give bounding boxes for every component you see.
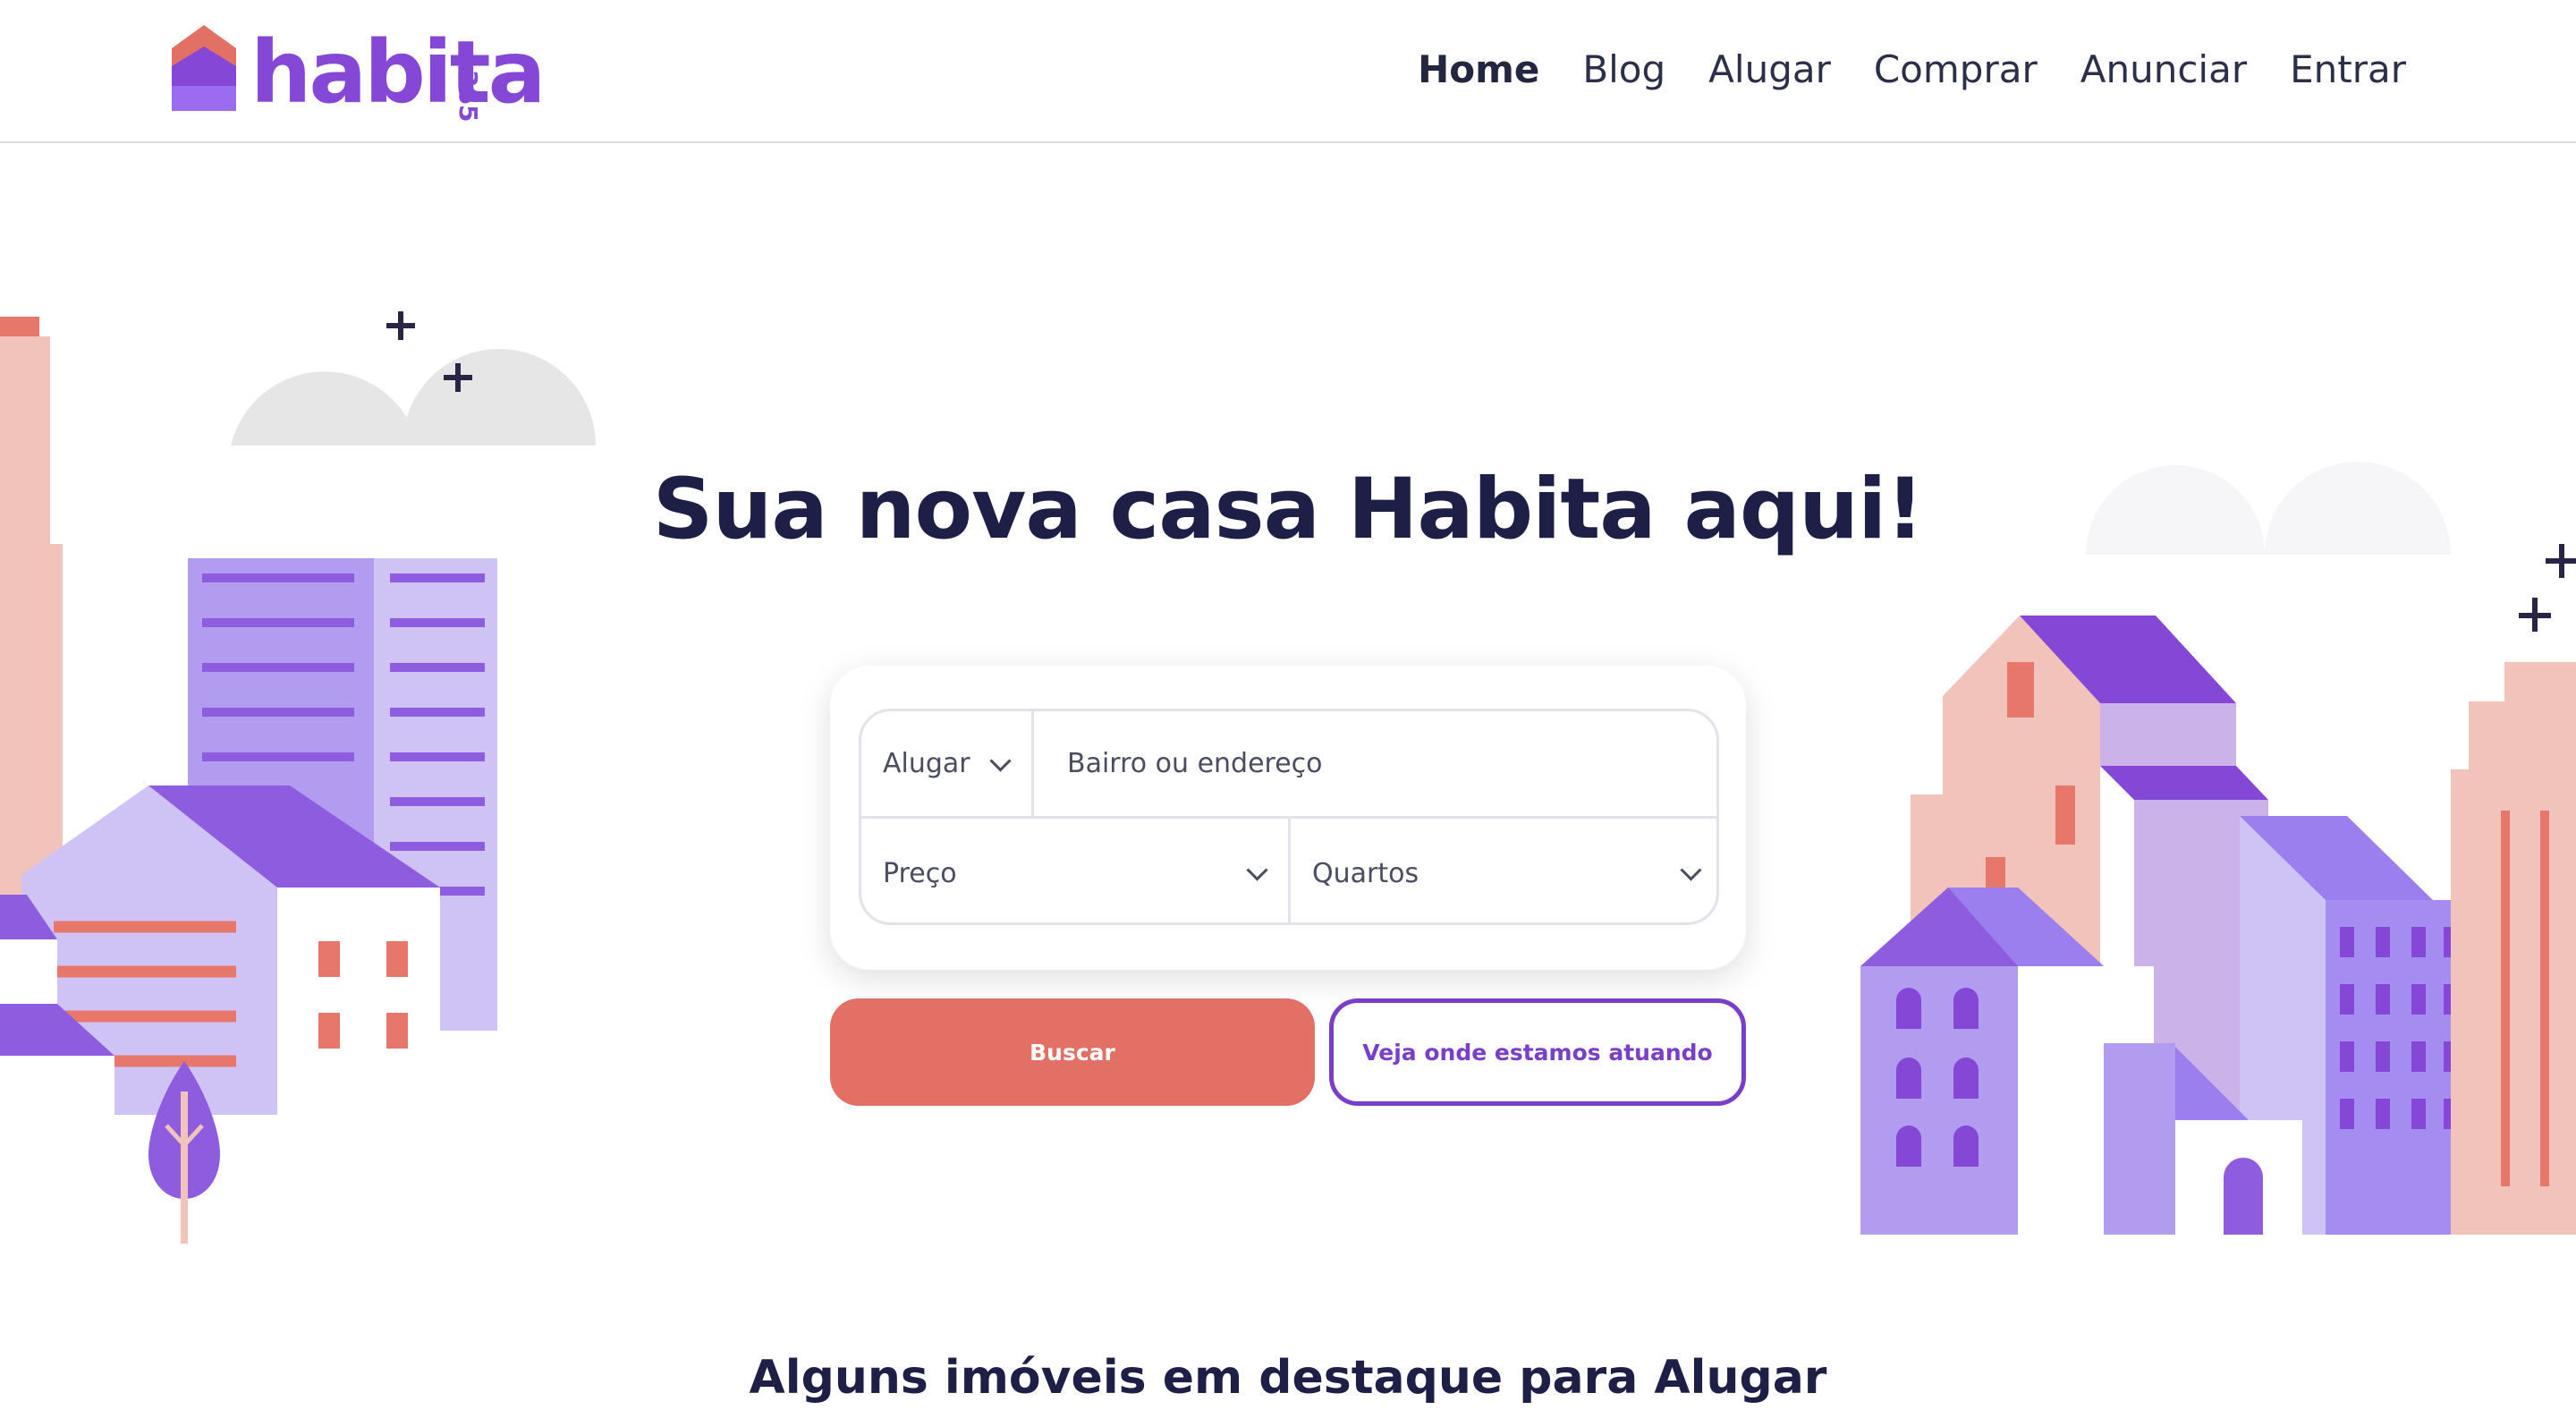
nav-anunciar-link[interactable]: Anunciar <box>2080 43 2247 97</box>
search-card: Alugar Preço Quartos <box>830 666 1746 970</box>
nav-home-link[interactable]: Home <box>1418 43 1539 97</box>
logo-number: 365 <box>453 70 483 123</box>
rooms-select-value: Quartos <box>1312 857 1419 889</box>
logo-wordmark[interactable]: habita <box>250 23 546 122</box>
chevron-down-icon <box>989 750 1012 772</box>
chevron-down-icon <box>1680 859 1702 881</box>
site-header: habita 365 Home Blog Alugar Comprar Anun… <box>0 0 2576 143</box>
rooms-select[interactable]: Quartos <box>1291 819 1716 922</box>
search-button[interactable]: Buscar <box>830 998 1315 1106</box>
price-select-value: Preço <box>883 857 957 889</box>
search-row-location: Alugar <box>861 711 1716 819</box>
search-row-filters: Preço Quartos <box>861 819 1716 922</box>
featured-section-title: Alguns imóveis em destaque para Alugar <box>749 1351 1827 1405</box>
left-city-illustration <box>0 311 596 1245</box>
price-select[interactable]: Preço <box>861 819 1291 922</box>
nav-entrar-link[interactable]: Entrar <box>2290 43 2406 97</box>
listing-type-value: Alugar <box>883 748 970 779</box>
search-form: Alugar Preço Quartos <box>859 709 1719 925</box>
cloud-icon <box>231 349 596 446</box>
locations-button[interactable]: Veja onde estamos atuando <box>1329 998 1746 1106</box>
nav-comprar-link[interactable]: Comprar <box>1874 43 2038 97</box>
right-city-illustration <box>1860 462 2576 1235</box>
address-search-input[interactable] <box>1037 711 1716 816</box>
chevron-down-icon <box>1246 859 1268 881</box>
nav-alugar-link[interactable]: Alugar <box>1708 43 1831 97</box>
main-nav: Home Blog Alugar Comprar Anunciar Entrar <box>1418 43 2406 97</box>
listing-type-select[interactable]: Alugar <box>861 711 1034 816</box>
nav-blog-link[interactable]: Blog <box>1582 43 1665 97</box>
hero-title: Sua nova casa Habita aqui! <box>652 461 1924 558</box>
